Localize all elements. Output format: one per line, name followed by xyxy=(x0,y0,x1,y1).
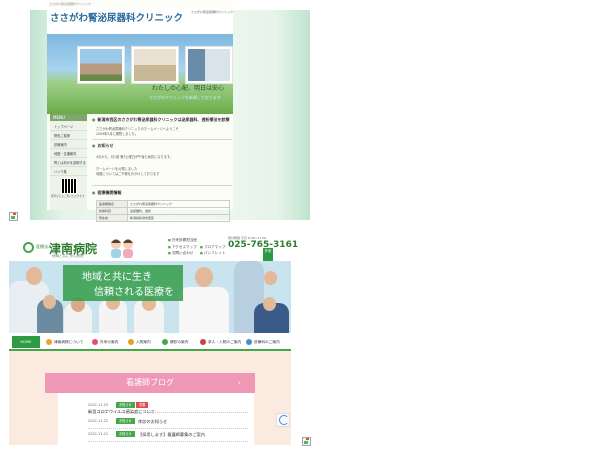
nav-label: 求人・入院のご案内 xyxy=(208,340,242,344)
clinic-menu-heading: MENU xyxy=(50,114,87,121)
recaptcha-icon[interactable] xyxy=(276,413,290,427)
nav-label: 診療科のご案内 xyxy=(254,340,280,344)
divider xyxy=(92,139,232,140)
clinic-title[interactable]: ささがわ腎泌尿器科クリニック xyxy=(50,10,183,24)
logo-subtitle: 地域と共に歩む病院 xyxy=(52,254,84,258)
news-text: 地図についてはご不便をおかけしております xyxy=(96,172,160,176)
intro-text: 2009年5月に開院しました。 xyxy=(96,132,139,136)
section-heading-news: お知らせ xyxy=(92,143,114,149)
hero-headline: 信頼される医療を xyxy=(94,287,174,298)
table-cell: 医療機関名 xyxy=(96,200,128,208)
nav-label: 入院案内 xyxy=(136,340,151,344)
banner-photo-lobby xyxy=(185,46,233,84)
nav-home[interactable]: HOME xyxy=(12,336,40,348)
table-cell: 所在地 xyxy=(96,214,128,222)
news-row[interactable]: 2022.11.25 お知らせ 重要 新型コロナウイルス感染症について xyxy=(88,401,248,414)
clinic-info-table: 医療機関名 ささがわ腎泌尿器科クリニック 診療科目 泌尿器科、透析 所在地 新潟県新潟… xyxy=(96,200,230,222)
header-link-contact[interactable]: お問い合わせ xyxy=(168,251,194,256)
qr-note: 携帯からもご覧いただけます xyxy=(51,195,85,198)
divider xyxy=(92,185,232,186)
news-date: 2022.11.21 xyxy=(88,432,109,436)
nav-bullet-icon xyxy=(128,339,134,345)
nav-bullet-icon xyxy=(200,339,206,345)
table-row: 診療科目 泌尿器科、透析 xyxy=(96,207,230,215)
banner-photo-building xyxy=(77,46,125,84)
nav-departments[interactable]: 診療科のご案内 xyxy=(246,337,280,347)
broken-image-icon xyxy=(9,212,18,221)
table-cell: 新潟県新潟市西区 xyxy=(127,214,230,222)
news-row[interactable]: 2022.11.21 お知らせ 【採用します】看護師募集のご案内 xyxy=(88,430,248,442)
nav-checkup[interactable]: 健診の案内 xyxy=(162,337,188,347)
hero-headline: 地域と共に生き xyxy=(82,272,152,283)
table-cell: 泌尿器科、透析 xyxy=(127,207,230,215)
clinic-menu-item[interactable]: 院長ご挨拶 xyxy=(50,132,87,140)
qr-code-icon xyxy=(61,178,77,194)
news-tag: お知らせ xyxy=(116,418,135,424)
nav-label: 津南病院について xyxy=(54,340,84,344)
news-tag: お知らせ xyxy=(116,431,135,437)
news-title: 【採用します】看護師募集のご案内 xyxy=(138,432,206,437)
nav-bullet-icon xyxy=(162,339,168,345)
blog-title: 看護師ブログ xyxy=(126,378,174,387)
news-date: 2022.11.25 xyxy=(88,403,109,407)
nav-label: 健診の案内 xyxy=(170,340,189,344)
news-tag: 重要 xyxy=(136,402,149,408)
banner-photo-interior xyxy=(131,46,179,84)
news-row[interactable]: 2022.11.22 お知らせ 休診のお知らせ xyxy=(88,417,248,429)
header-link-access[interactable]: アクセスマップ xyxy=(168,245,197,250)
nav-bullet-icon xyxy=(46,339,52,345)
news-text: 4月から、月1回 第3土曜日が午後も休診になります。 xyxy=(96,155,173,159)
table-row: 医療機関名 ささがわ腎泌尿器科クリニック xyxy=(96,200,230,208)
nav-inpatient[interactable]: 入院案内 xyxy=(128,337,151,347)
clinic-menu-item[interactable]: 腎とは何かを説明する xyxy=(50,159,87,167)
section-heading-intro: 新潟市西区のささがわ腎泌尿器科クリニックは泌尿器科、透析療法を診療 xyxy=(92,117,230,123)
header-link-pamphlet[interactable]: パンフレット xyxy=(200,251,226,256)
table-cell: 診療科目 xyxy=(96,207,128,215)
clinic-header-info: ささがわ腎泌尿器科クリニック xyxy=(190,10,233,14)
nav-outpatient[interactable]: 外来の案内 xyxy=(92,337,118,347)
banner-subcaption: ささがわクリニックを新規しております xyxy=(149,95,221,100)
news-title: 新型コロナウイルス感染症について xyxy=(88,409,155,414)
banner-caption: わたしの心配、明日は安心 xyxy=(152,85,225,92)
table-row: 所在地 新潟県新潟市西区 xyxy=(96,214,230,222)
section-heading-info: 医療機関情報 xyxy=(92,190,122,196)
nav-about[interactable]: 津南病院について xyxy=(46,337,83,347)
side-menu-label: 外来 xyxy=(264,249,272,253)
header-link-doctors[interactable]: 外来診察担当医 xyxy=(168,238,197,243)
side-menu-button[interactable]: 外来 xyxy=(263,248,273,262)
clinic-menu-item[interactable]: リンク集 xyxy=(50,168,87,176)
table-cell: ささがわ腎泌尿器科クリニック xyxy=(127,200,230,208)
header-link-floor[interactable]: フロアマップ xyxy=(200,245,226,250)
nav-bullet-icon xyxy=(246,339,252,345)
clinic-menu-item[interactable]: 診療案内 xyxy=(50,141,87,149)
news-date: 2022.11.22 xyxy=(88,419,109,423)
news-tag: お知らせ xyxy=(116,402,135,408)
chevron-right-icon: › xyxy=(238,379,241,387)
nav-recruit[interactable]: 求人・入院のご案内 xyxy=(200,337,241,347)
clinic-menu-item[interactable]: 地図・交通案内 xyxy=(50,150,87,158)
nav-bullet-icon xyxy=(92,339,98,345)
broken-image-icon xyxy=(302,437,311,446)
clinic-banner xyxy=(47,34,233,114)
mascot-illustration-icon xyxy=(111,239,133,258)
news-title: 休診のお知らせ xyxy=(138,419,168,424)
hospital-logo-icon xyxy=(23,242,34,253)
clinic-menu-item[interactable]: トップページ xyxy=(50,123,87,131)
nav-label: 外来の案内 xyxy=(100,340,119,344)
